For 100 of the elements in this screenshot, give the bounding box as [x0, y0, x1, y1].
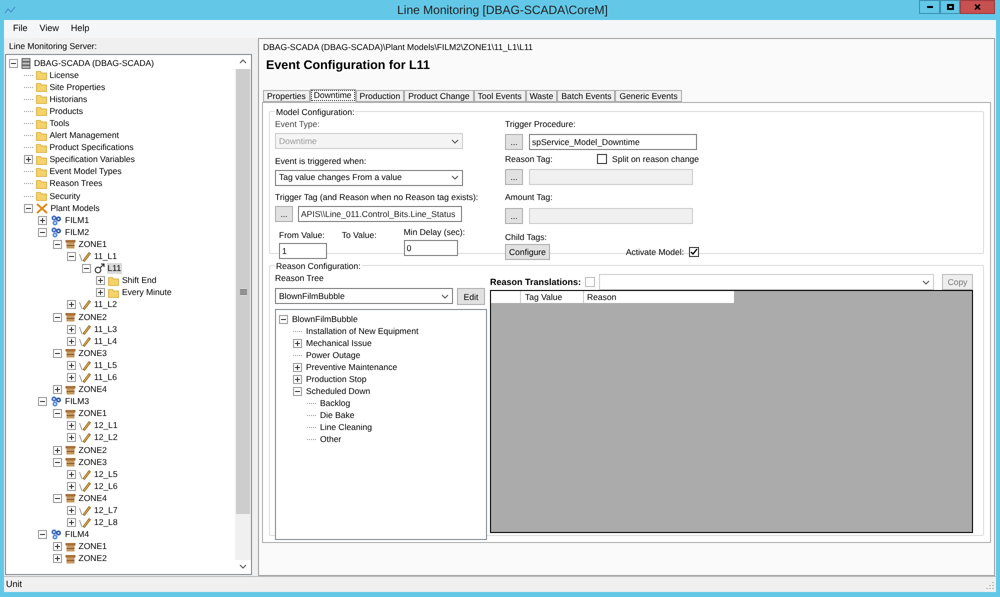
expand-icon[interactable]: [293, 338, 302, 348]
expand-icon[interactable]: [67, 372, 76, 382]
tree-item[interactable]: Reason Trees: [48, 178, 104, 190]
collapse-icon[interactable]: [38, 530, 47, 540]
collapse-icon[interactable]: [293, 387, 302, 396]
tree-item[interactable]: 11_L1: [93, 251, 118, 262]
tree-item[interactable]: ZONE2: [78, 312, 108, 323]
expand-icon[interactable]: [67, 360, 76, 370]
expand-icon[interactable]: [67, 421, 76, 430]
collapse-icon[interactable]: [52, 409, 62, 418]
tree-item[interactable]: 12_L1: [93, 420, 119, 432]
browse-button[interactable]: ...: [275, 206, 293, 222]
collapse-icon[interactable]: [52, 494, 62, 503]
tree-item[interactable]: ZONE1: [78, 541, 108, 552]
expand-icon[interactable]: [67, 482, 76, 491]
menu-item[interactable]: Help: [68, 22, 92, 36]
tree-item[interactable]: FILM4: [64, 529, 90, 540]
collapse-icon[interactable]: [279, 314, 288, 324]
expand-icon[interactable]: [52, 385, 62, 394]
tree-item[interactable]: Tools: [48, 118, 70, 130]
menu-item[interactable]: View: [36, 22, 62, 36]
trigger-condition-dropdown[interactable]: Tag value changes From a value: [275, 170, 463, 186]
tree-item[interactable]: Site Properties: [48, 82, 106, 93]
tree-item[interactable]: ZONE3: [78, 456, 108, 468]
collapse-icon[interactable]: [52, 312, 62, 322]
tree-item[interactable]: FILM1: [64, 214, 90, 226]
tree-item[interactable]: License: [48, 70, 80, 81]
tree-item[interactable]: FILM2: [64, 226, 90, 238]
expand-icon[interactable]: [67, 470, 76, 479]
tab[interactable]: Production: [356, 90, 404, 102]
expand-icon[interactable]: [96, 288, 105, 298]
tab[interactable]: Downtime: [310, 88, 356, 102]
expand-icon[interactable]: [67, 324, 76, 334]
tree-item[interactable]: ZONE2: [78, 553, 108, 564]
collapse-icon[interactable]: [52, 458, 62, 467]
tree-item[interactable]: Product Specifications: [48, 142, 135, 154]
collapse-icon[interactable]: [9, 58, 18, 68]
tree-item[interactable]: 11_L4: [93, 336, 118, 347]
browse-button[interactable]: ...: [505, 134, 523, 150]
tree-item[interactable]: Backlog: [319, 398, 352, 410]
tree-item[interactable]: 12_L5: [93, 468, 119, 480]
trigger-tag-field[interactable]: APIS\\Line_011.Control_Bits.Line_Status: [298, 206, 462, 222]
tree-item[interactable]: Die Bake: [319, 410, 356, 422]
tab[interactable]: Product Change: [404, 90, 474, 102]
tree-item[interactable]: 12_L7: [93, 505, 119, 516]
collapse-icon[interactable]: [67, 252, 76, 262]
tree-item[interactable]: Power Outage: [305, 350, 362, 361]
tree-item[interactable]: DBAG-SCADA (DBAG-SCADA): [33, 58, 155, 69]
tree-item[interactable]: BlownFilmBubble: [291, 314, 359, 325]
expand-icon[interactable]: [52, 542, 62, 552]
scroll-down-icon[interactable]: [235, 560, 251, 574]
expand-icon[interactable]: [293, 362, 302, 372]
expand-icon[interactable]: [67, 300, 76, 310]
tree-item[interactable]: Installation of New Equipment: [305, 326, 420, 337]
trigger-procedure-field[interactable]: spService_Model_Downtime: [529, 134, 697, 150]
tab[interactable]: Properties: [263, 90, 310, 102]
tree-item[interactable]: Shift End: [121, 275, 158, 286]
expand-icon[interactable]: [67, 518, 76, 528]
tree-item[interactable]: Security: [48, 190, 82, 202]
configure-button[interactable]: Configure: [505, 244, 550, 260]
tree-item[interactable]: 11_L6: [93, 372, 118, 383]
tree-item[interactable]: ZONE1: [78, 238, 108, 250]
resize-grip-icon[interactable]: [984, 580, 994, 590]
menu-item[interactable]: File: [10, 22, 31, 36]
collapse-icon[interactable]: [52, 348, 62, 358]
collapse-icon[interactable]: [82, 264, 90, 274]
tree-item[interactable]: Plant Models: [50, 202, 101, 214]
scroll-up-icon[interactable]: [235, 55, 251, 69]
edit-button[interactable]: Edit: [457, 288, 485, 305]
tree-item[interactable]: Specification Variables: [48, 154, 136, 166]
scrollbar-thumb[interactable]: [236, 69, 250, 514]
tab[interactable]: Tool Events: [474, 90, 526, 102]
expand-icon[interactable]: [96, 276, 105, 286]
tree-item[interactable]: Alert Management: [48, 130, 120, 142]
tree-item[interactable]: Production Stop: [305, 374, 368, 386]
tree-item[interactable]: ZONE4: [78, 384, 108, 396]
collapse-icon[interactable]: [24, 204, 32, 213]
activate-model-checkbox[interactable]: [689, 247, 699, 258]
minimize-button[interactable]: [919, 0, 940, 14]
expand-icon[interactable]: [52, 554, 62, 564]
tree-item[interactable]: FILM3: [64, 396, 90, 408]
tree-item[interactable]: 12_L8: [93, 517, 119, 528]
scrollbar[interactable]: [235, 55, 251, 574]
tree-item[interactable]: Other: [319, 434, 342, 446]
tree-item[interactable]: ZONE4: [78, 492, 108, 504]
tab[interactable]: Generic Events: [615, 90, 682, 102]
tree-item[interactable]: Every Minute: [121, 287, 173, 298]
tree-item[interactable]: Preventive Maintenance: [305, 362, 398, 373]
collapse-icon[interactable]: [38, 228, 47, 237]
expand-icon[interactable]: [67, 433, 76, 442]
tree-item[interactable]: ZONE3: [78, 348, 108, 359]
close-button[interactable]: [960, 0, 995, 14]
tree-item[interactable]: Line Cleaning: [319, 422, 373, 434]
tree-item[interactable]: Event Model Types: [48, 166, 123, 178]
tree-item[interactable]: 12_L2: [93, 432, 119, 444]
expand-icon[interactable]: [52, 446, 62, 455]
tree-item[interactable]: Products: [48, 106, 84, 117]
tree-item[interactable]: 11_L3: [93, 324, 118, 335]
expand-icon[interactable]: [24, 155, 32, 164]
tree-item[interactable]: 12_L6: [93, 480, 119, 492]
